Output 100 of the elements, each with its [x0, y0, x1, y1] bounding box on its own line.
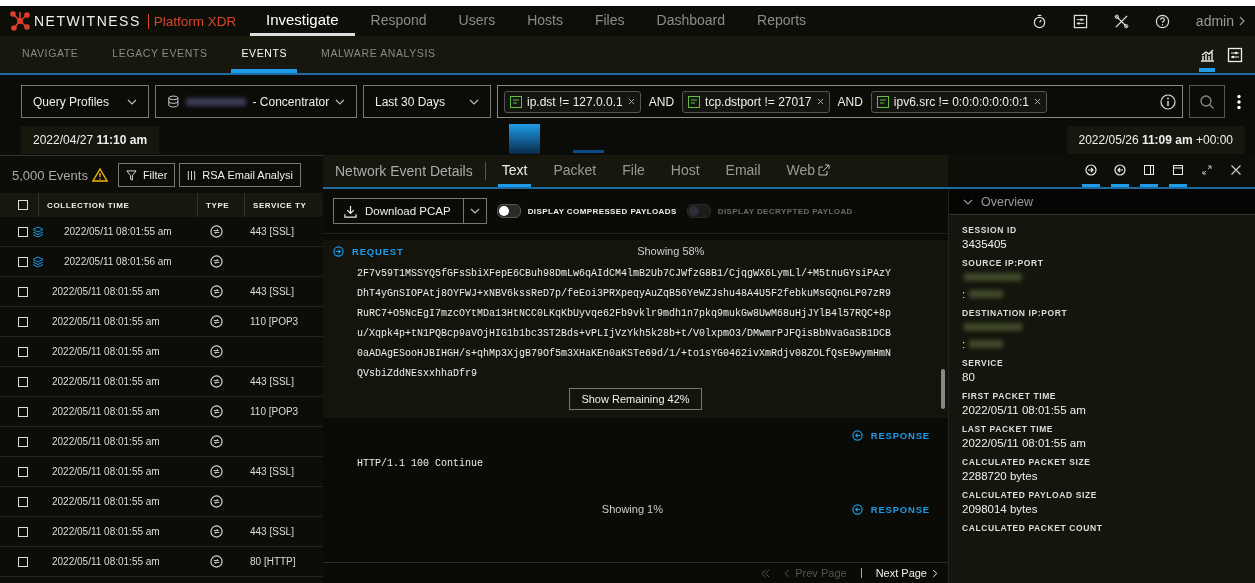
arrow-left-circle-icon: [851, 429, 863, 441]
close-icon[interactable]: [1033, 98, 1041, 105]
show-remaining-button[interactable]: Show Remaining 42%: [569, 388, 702, 410]
download-pcap-button[interactable]: Download PCAP: [333, 198, 487, 224]
logo-icon: [10, 11, 30, 31]
close-icon[interactable]: [627, 98, 635, 105]
next-page-link[interactable]: Next Page: [875, 567, 938, 579]
row-checkbox[interactable]: [18, 496, 28, 507]
row-checkbox[interactable]: [18, 316, 28, 327]
detail-tab[interactable]: Host: [666, 155, 704, 187]
table-row[interactable]: 2022/05/11 08:01:55 am: [0, 487, 323, 517]
detail-tab[interactable]: Email: [721, 155, 765, 187]
network-event-icon: [210, 435, 223, 448]
row-checkbox[interactable]: [18, 286, 28, 297]
sub-tab[interactable]: EVENTS: [231, 36, 298, 73]
funnel-icon: [125, 169, 137, 181]
time-range-dropdown[interactable]: Last 30 Days: [363, 85, 491, 118]
network-event-icon: [210, 285, 223, 298]
row-checkbox[interactable]: [18, 256, 28, 267]
query-field[interactable]: ip.dst != 127.0.0.1 AND tcp.dstport != 27017 AND ipv6.src != 0:0:0:0:0:0:0:1: [497, 85, 1183, 118]
table-row[interactable]: 2022/05/11 08:01:55 am: [0, 337, 323, 367]
row-checkbox[interactable]: [18, 526, 28, 537]
brand-name: NETWITNESS: [34, 13, 141, 29]
row-checkbox[interactable]: [18, 346, 28, 357]
nav-tab[interactable]: Reports: [741, 6, 823, 36]
user-menu[interactable]: admin: [1195, 13, 1245, 29]
help-icon[interactable]: [1154, 13, 1170, 29]
field-value: 2022/05/11 08:01:55 am: [962, 404, 1086, 416]
redacted-value: [964, 273, 1022, 281]
row-checkbox[interactable]: [18, 226, 28, 237]
product-name: Platform XDR: [147, 13, 237, 29]
network-event-icon: [210, 375, 223, 388]
response-label: RESPONSE: [870, 503, 930, 515]
field-label: FIRST PACKET TIME: [962, 391, 1057, 401]
table-cell: 110 [POP3: [250, 316, 299, 327]
table-cell: 80 [HTTP]: [250, 556, 296, 567]
overview-header[interactable]: Overview: [949, 189, 1255, 215]
row-checkbox[interactable]: [18, 376, 28, 387]
table-cell: 2022/05/11 08:01:55 am: [52, 526, 160, 537]
sub-tab[interactable]: LEGACY EVENTS: [102, 36, 218, 73]
chevron-right-icon: [1239, 16, 1245, 26]
filter-pill[interactable]: ipv6.src != 0:0:0:0:0:0:0:1: [870, 90, 1047, 113]
toggle-label: DISPLAY COMPRESSED PAYLOADS: [527, 206, 677, 216]
table-row[interactable]: 2022/05/11 08:01:55 am: [0, 427, 323, 457]
table-row[interactable]: 2022/05/11 08:01:55 am 80 [HTTP]: [0, 547, 323, 577]
field-label: LAST PACKET TIME: [962, 424, 1054, 434]
row-checkbox[interactable]: [18, 556, 28, 567]
column-header[interactable]: COLLECTION TIME: [38, 193, 197, 217]
filter-button[interactable]: Filter: [117, 163, 176, 187]
table-row[interactable]: 2022/05/11 08:01:55 am 443 [SSL]: [0, 217, 323, 247]
field-label: SESSION ID: [962, 225, 1017, 235]
tag-icon: [688, 95, 701, 108]
table-row[interactable]: 2022/05/11 08:01:55 am 443 [SSL]: [0, 457, 323, 487]
nav-tab[interactable]: Respond: [354, 6, 443, 36]
settings-icon[interactable]: [1072, 13, 1088, 29]
detail-tab[interactable]: Web: [782, 155, 835, 187]
database-icon: [167, 95, 180, 108]
caret-icon: [335, 98, 345, 105]
first-page-icon[interactable]: [761, 568, 771, 578]
field-label: DESTINATION IP:PORT: [962, 308, 1068, 318]
table-cell: 2022/05/11 08:01:55 am: [52, 316, 160, 327]
table-row[interactable]: 2022/05/11 08:01:55 am 443 [SSL]: [0, 517, 323, 547]
detail-tab[interactable]: File: [618, 155, 649, 187]
table-row[interactable]: 2022/05/11 08:01:55 am 443 [SSL]: [0, 367, 323, 397]
event-count: 5,000 Events: [12, 167, 88, 183]
table-row[interactable]: 2022/05/11 08:01:55 am 443 [SSL]: [0, 277, 323, 307]
more-icon[interactable]: [1237, 93, 1241, 110]
info-icon[interactable]: [1160, 93, 1176, 110]
filter-pill[interactable]: ip.dst != 127.0.0.1: [504, 90, 641, 113]
sub-tab[interactable]: NAVIGATE: [12, 36, 89, 73]
caret-icon[interactable]: [469, 208, 480, 214]
nav-tab[interactable]: Users: [442, 6, 512, 36]
close-icon[interactable]: [816, 98, 824, 105]
tools-icon[interactable]: [1113, 13, 1129, 29]
row-checkbox[interactable]: [18, 436, 28, 447]
detail-tab[interactable]: Packet: [549, 155, 601, 187]
column-group-button[interactable]: RSA Email Analysi: [179, 163, 301, 187]
filter-pill[interactable]: tcp.dstport != 27017: [682, 90, 830, 113]
row-checkbox[interactable]: [18, 466, 28, 477]
end-date: 2022/05/26 11:09 am +00:00: [1066, 126, 1245, 154]
column-header[interactable]: TYPE: [197, 193, 244, 217]
table-row[interactable]: 2022/05/11 08:01:56 am: [0, 247, 323, 277]
external-link-icon: [818, 163, 831, 176]
table-cell: 2022/05/11 08:01:56 am: [64, 256, 172, 267]
toggle-switch[interactable]: [496, 204, 521, 218]
nav-tab[interactable]: Hosts: [511, 6, 579, 36]
row-checkbox[interactable]: [18, 406, 28, 417]
detail-tab[interactable]: Text: [497, 155, 532, 187]
nav-tab[interactable]: Dashboard: [640, 6, 741, 36]
timer-icon[interactable]: [1031, 13, 1047, 29]
network-event-icon: [210, 345, 223, 358]
service-dropdown[interactable]: - Concentrator: [155, 85, 357, 118]
select-all-checkbox[interactable]: [18, 200, 28, 210]
search-button[interactable]: [1189, 85, 1225, 118]
nav-tab[interactable]: Files: [578, 6, 641, 36]
scrollbar-thumb[interactable]: [941, 369, 945, 409]
sub-tab[interactable]: MALWARE ANALYSIS: [311, 36, 446, 73]
table-row[interactable]: 2022/05/11 08:01:55 am 110 [POP3: [0, 397, 323, 427]
query-profiles-dropdown[interactable]: Query Profiles: [21, 85, 149, 118]
table-row[interactable]: 2022/05/11 08:01:55 am 110 [POP3: [0, 307, 323, 337]
